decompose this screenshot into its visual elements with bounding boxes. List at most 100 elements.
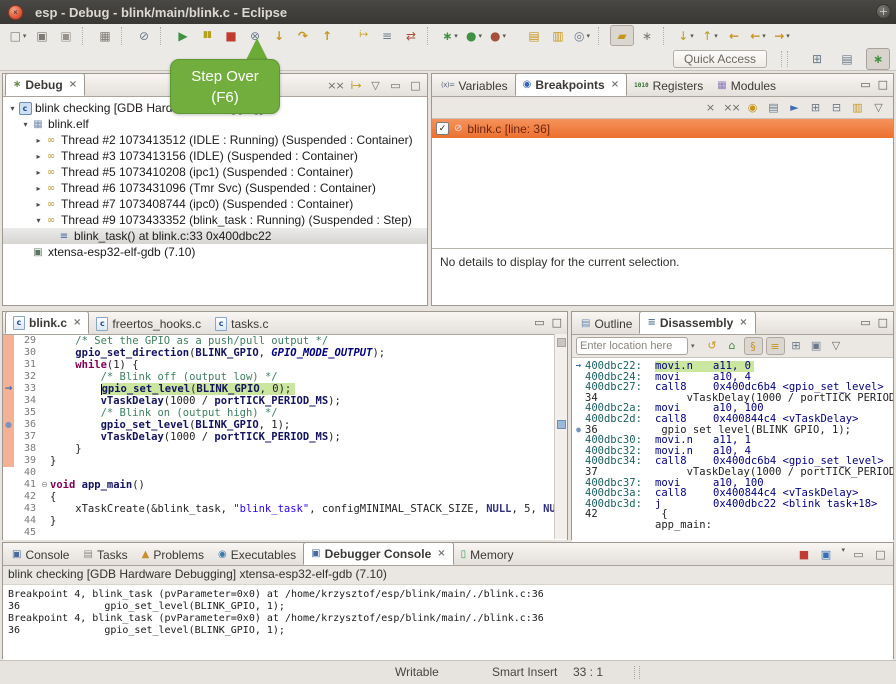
debug-tree-item[interactable]: ▸∞Thread #7 1073408744 (ipc0) (Suspended…	[3, 196, 427, 212]
open-console-button[interactable]: ▤	[523, 26, 545, 45]
location-combo-input[interactable]: Enter location here	[576, 337, 688, 355]
fold-collapse-icon[interactable]: ⊖	[39, 479, 50, 491]
open-folder-button[interactable]: ▥	[547, 26, 569, 45]
tab-outline[interactable]: ▤Outline	[574, 313, 639, 334]
search-dropdown-icon[interactable]: ▾	[586, 32, 590, 40]
tree-expander-icon[interactable]: ▾	[7, 104, 18, 113]
close-tab-icon[interactable]: ×	[73, 317, 81, 328]
pin-view-icon[interactable]: ▣	[808, 337, 825, 353]
arrow-gutter-icon[interactable]: →	[3, 383, 14, 395]
location-combo-dropdown-icon[interactable]: ▾	[691, 342, 695, 350]
tab-disassembly[interactable]: ≡Disassembly×	[639, 311, 755, 334]
tab-registers[interactable]: 1010Registers	[627, 75, 710, 96]
editor-overview-ruler[interactable]	[554, 334, 567, 539]
close-tab-icon[interactable]: ×	[611, 79, 619, 90]
debug-tree-item[interactable]: ▸∞Thread #2 1073413512 (IDLE : Running) …	[3, 132, 427, 148]
tab-console[interactable]: ▣Console	[5, 544, 76, 565]
go-to-file-for-breakpoint-icon[interactable]: ▤	[765, 100, 782, 116]
tab-variables[interactable]: (x)=Variables	[434, 75, 515, 96]
view-menu-icon[interactable]: ▽	[828, 337, 845, 353]
new-button[interactable]: □▾	[7, 26, 29, 45]
open-perspective-button[interactable]: ⊞	[806, 49, 828, 69]
back-history-dropdown-icon[interactable]: ▾	[762, 32, 766, 40]
tree-expander-icon[interactable]: ▸	[33, 200, 44, 209]
bp-gutter-icon[interactable]: ●	[3, 419, 14, 431]
window-close-button[interactable]: ×	[8, 5, 23, 20]
display-selected-console-dropdown-icon[interactable]: ▾	[841, 546, 845, 562]
debug-launch-button[interactable]: ∗▾	[439, 26, 461, 45]
cpp-perspective-button[interactable]: ▤	[836, 49, 858, 69]
sync-with-context-icon[interactable]: ≡	[766, 337, 785, 355]
tree-expander-icon[interactable]: ▸	[33, 184, 44, 193]
expand-all-icon[interactable]: ⊞	[807, 100, 824, 116]
debug-tree-item[interactable]: ▾∞Thread #9 1073433352 (blink_task : Run…	[3, 212, 427, 228]
last-edit-location-button[interactable]: ←	[723, 26, 745, 45]
show-source-icon[interactable]: §	[744, 337, 763, 355]
tree-expander-icon[interactable]: ▾	[20, 120, 31, 129]
tab-memory[interactable]: ▯Memory	[454, 544, 521, 565]
trace-control-button[interactable]: ⇄	[400, 26, 422, 45]
tab-debug[interactable]: ∗Debug×	[5, 73, 85, 96]
skip-all-breakpoints-button[interactable]: ⊘	[133, 26, 155, 45]
tab-modules[interactable]: ▦Modules	[710, 75, 783, 96]
tab-debugger-console[interactable]: ▣Debugger Console×	[303, 542, 454, 565]
save-all-button[interactable]: ▣	[55, 26, 77, 45]
debug-perspective-button[interactable]: ∗	[866, 48, 890, 70]
tab-breakpoints[interactable]: ◉Breakpoints×	[515, 73, 627, 96]
close-tab-icon[interactable]: ×	[69, 79, 77, 90]
refresh-icon[interactable]: ↺	[704, 337, 721, 353]
tab-freertos-hooks-c[interactable]: cfreertos_hooks.c	[89, 313, 208, 334]
window-maximize-button[interactable]: +	[876, 4, 891, 19]
tree-expander-icon[interactable]: ▸	[33, 136, 44, 145]
breakpoint-checkbox[interactable]: ✓	[436, 122, 449, 135]
minimize-editor-icon[interactable]: ▭	[534, 316, 544, 329]
suspend-button[interactable]: ▮▮	[196, 26, 218, 45]
tree-expander-icon[interactable]: ▸	[33, 168, 44, 177]
code-editor[interactable]: 29 /* Set the GPIO as a push/pull output…	[3, 335, 567, 540]
save-button[interactable]: ▣	[31, 26, 53, 45]
terminate-console-icon[interactable]: ■	[795, 546, 812, 562]
show-breakpoints-supported-icon[interactable]: ◉	[744, 100, 761, 116]
link-with-selection-icon[interactable]: ►	[786, 100, 803, 116]
minimize-icon[interactable]: ▭	[850, 546, 867, 562]
remove-all-terminated-icon[interactable]: ××	[327, 77, 344, 93]
show-source-button[interactable]: ≡	[376, 26, 398, 45]
debug-tree-item[interactable]: ▸∞Thread #6 1073431096 (Tmr Svc) (Suspen…	[3, 180, 427, 196]
maximize-view-icon[interactable]: □	[878, 316, 888, 329]
tab-blink-c[interactable]: cblink.c×	[5, 311, 89, 334]
terminate-button[interactable]: ■	[220, 26, 242, 45]
minimize-view-icon[interactable]: ▭	[860, 78, 870, 91]
tab-executables[interactable]: ◉Executables	[211, 544, 303, 565]
maximize-view-icon[interactable]: □	[878, 78, 888, 91]
tree-expander-icon[interactable]: ▸	[33, 152, 44, 161]
debug-tree-item[interactable]: ▾▦blink.elf	[3, 116, 427, 132]
build-button[interactable]: ▦	[94, 26, 116, 45]
debug-tree-item[interactable]: ▣xtensa-esp32-elf-gdb (7.10)	[3, 244, 427, 260]
overview-breakpoint-marker[interactable]	[557, 420, 566, 429]
minimize-view-icon[interactable]: ▭	[860, 316, 870, 329]
external-tools-button[interactable]: ●▾	[487, 26, 509, 45]
previous-annotation-dropdown-icon[interactable]: ▾	[714, 32, 718, 40]
remove-selected-breakpoints-icon[interactable]: ×	[702, 100, 719, 116]
resume-button[interactable]: ▶	[172, 26, 194, 45]
close-tab-icon[interactable]: ×	[437, 548, 445, 559]
tree-expander-icon[interactable]: ▾	[33, 216, 44, 225]
working-sets-icon[interactable]: ▥	[849, 100, 866, 116]
debug-tree-item[interactable]: ▸∞Thread #3 1073413156 (IDLE) (Suspended…	[3, 148, 427, 164]
debug-tree-item[interactable]: ▸∞Thread #5 1073410208 (ipc1) (Suspended…	[3, 164, 427, 180]
step-over-button[interactable]: ↷	[292, 26, 314, 45]
close-tab-icon[interactable]: ×	[739, 317, 747, 328]
quick-access-button[interactable]: Quick Access	[673, 50, 767, 68]
instruction-stepping-button[interactable]: i→	[352, 26, 374, 45]
arrow-gutter-icon[interactable]: →	[572, 361, 585, 372]
display-selected-console-icon[interactable]: ▣	[817, 546, 834, 562]
collapse-all-icon[interactable]: ⊟	[828, 100, 845, 116]
debug-launch-dropdown-icon[interactable]: ▾	[454, 32, 458, 40]
tab-tasks[interactable]: ▤Tasks	[76, 544, 134, 565]
tab-problems[interactable]: ▲Problems	[135, 544, 211, 565]
instruction-stepping-mode-icon[interactable]: i→	[347, 77, 364, 93]
step-into-button[interactable]: ↓	[268, 26, 290, 45]
forward-history-button[interactable]: →▾	[771, 26, 793, 45]
bp-gutter-icon[interactable]: ●	[572, 425, 585, 436]
open-new-view-icon[interactable]: ⊞	[788, 337, 805, 353]
